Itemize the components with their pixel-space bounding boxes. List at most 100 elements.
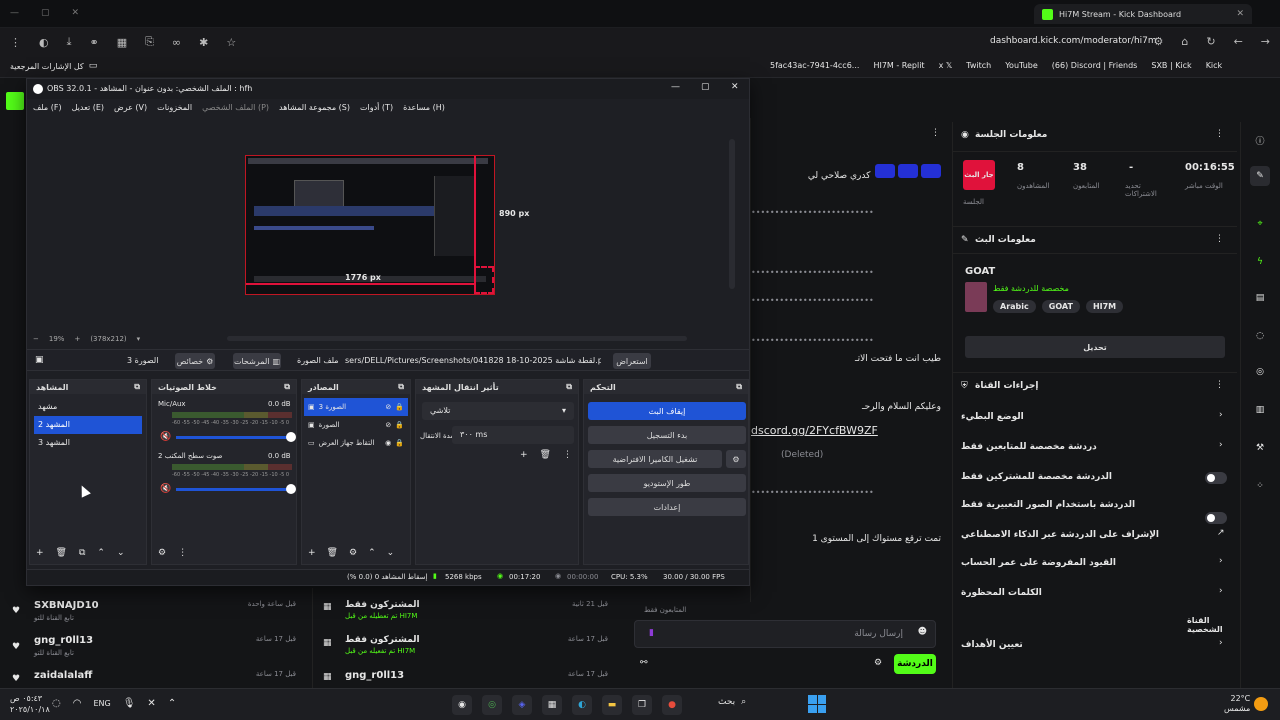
clock[interactable]: ٠٥:٤٣ ص ٢٠٢٥/١٠/١٨: [10, 693, 50, 715]
add-icon[interactable]: +: [520, 450, 528, 460]
filters-button[interactable]: المرشحات ▥: [233, 353, 281, 369]
obs-preview[interactable]: 890 px 1776 px: [27, 119, 739, 331]
bookmark-sxb-kick[interactable]: SXB | Kick: [1151, 61, 1191, 70]
home-icon[interactable]: ⌂: [1181, 35, 1188, 48]
chevron-right-icon[interactable]: ›: [1219, 638, 1223, 648]
x-bookmark-icon[interactable]: x 𝕏: [939, 61, 953, 70]
server-icon[interactable]: ▥: [1250, 400, 1270, 420]
back-icon[interactable]: →: [1261, 35, 1270, 48]
banned-words-label[interactable]: الكلمات المحظورة: [961, 588, 1042, 598]
menu-help[interactable]: مساعدة (H): [403, 103, 445, 112]
edit-stream-button[interactable]: تحديل: [965, 336, 1225, 358]
chat-tools-icon[interactable]: ⚯: [640, 658, 648, 668]
source-item-active[interactable]: ▣ الصورة 3 ⊘ 🔒: [304, 398, 408, 416]
star-icon[interactable]: ☆: [226, 36, 236, 49]
chat-header-menu-icon[interactable]: ⋮: [931, 128, 940, 138]
lock-icon[interactable]: 🔒: [395, 421, 404, 429]
menu-tools[interactable]: أدوات (T): [360, 103, 393, 112]
close-icon[interactable]: ✕: [731, 82, 739, 92]
dock-float-icon[interactable]: ⧉: [284, 382, 290, 392]
lock-icon[interactable]: 🔒: [395, 403, 404, 411]
external-link-icon[interactable]: ↗: [1217, 528, 1225, 538]
zoom-dropdown-icon[interactable]: ▾: [137, 335, 141, 343]
discord-icon[interactable]: ◈: [512, 695, 532, 715]
tab-close-icon[interactable]: ✕: [1236, 9, 1244, 19]
bookmark-youtube[interactable]: YouTube: [1005, 61, 1038, 70]
menu-scene-collection[interactable]: مجموعة المشاهد (S): [279, 103, 350, 112]
source-item[interactable]: ▣ الصورة ⊘ 🔒: [304, 416, 408, 434]
taskbar-search[interactable]: بحث ⌕: [718, 697, 746, 707]
studio-mode-button[interactable]: طور الإستوديو: [588, 474, 746, 492]
volume-knob[interactable]: [286, 432, 296, 442]
broadcast-icon[interactable]: ◎: [1250, 362, 1270, 382]
page-icon[interactable]: ▤: [1250, 288, 1270, 308]
scene-item-active[interactable]: المشهد 2: [34, 416, 142, 434]
bookmark-kick[interactable]: Kick: [1206, 61, 1223, 70]
volume-muted-icon[interactable]: ✕: [147, 698, 155, 709]
wrench-icon[interactable]: ⚒: [1250, 438, 1270, 458]
close-icon[interactable]: ✕: [72, 8, 80, 18]
mute-icon[interactable]: 🔇: [160, 432, 171, 442]
source-item[interactable]: ▭ التقاط جهاز العرض ◉ 🔒: [304, 434, 408, 452]
tag-pill[interactable]: HI7M: [1085, 300, 1124, 313]
properties-button[interactable]: خصائص ⚙: [175, 353, 215, 369]
trash-icon[interactable]: 🗑: [327, 548, 338, 558]
obs-taskbar-icon[interactable]: ◉: [452, 695, 472, 715]
chevron-right-icon[interactable]: ›: [1219, 556, 1223, 566]
active-tab[interactable]: Hi7M Stream - Kick Dashboard ✕: [1034, 4, 1252, 24]
chevron-right-icon[interactable]: ›: [1219, 440, 1223, 450]
minimize-icon[interactable]: —: [10, 8, 19, 18]
bookmark-uuid[interactable]: 5fac43ac-7941-4cc6...: [770, 61, 859, 70]
chevron-up-icon[interactable]: ⌃: [168, 698, 176, 709]
lock-icon[interactable]: 🔒: [395, 439, 404, 447]
mic-icon[interactable]: 🎙: [123, 698, 136, 709]
tag-pill[interactable]: Arabic: [993, 300, 1036, 313]
chat-link[interactable]: dscord.gg/2FYcfBW9ZF: [751, 424, 878, 437]
menu-docks[interactable]: المخزونات: [157, 103, 192, 112]
bookmark-twitch[interactable]: Twitch: [966, 61, 991, 70]
emoji-icon[interactable]: ☻: [918, 627, 927, 637]
eye-icon[interactable]: ◉: [385, 439, 391, 447]
account-age-label[interactable]: القيود المفروضة على عمر الحساب: [961, 558, 1116, 568]
channel-actions-menu-icon[interactable]: ⋮: [1215, 380, 1224, 390]
url-field[interactable]: dashboard.kick.com/moderator/hi7m: [990, 36, 1157, 46]
subscribers-only-toggle[interactable]: [1205, 472, 1227, 484]
reload-icon[interactable]: ↻: [1206, 35, 1215, 48]
stream-category[interactable]: مخصصة للدردشة فقط: [993, 284, 1069, 293]
minimize-icon[interactable]: —: [671, 82, 680, 92]
menu-dots-icon[interactable]: ⋮: [10, 36, 21, 49]
virtual-camera-button[interactable]: تشغيل الكاميرا الافتراضية: [588, 450, 722, 468]
menu-view[interactable]: عرض (V): [114, 103, 147, 112]
site-settings-icon[interactable]: ⚙: [1153, 35, 1163, 48]
pencil-icon[interactable]: ✎: [1250, 166, 1270, 186]
chrome-icon[interactable]: ◎: [482, 695, 502, 715]
puzzle-icon[interactable]: ✱: [199, 36, 208, 49]
bolt-icon[interactable]: ϟ: [1250, 252, 1270, 272]
eye-hidden-icon[interactable]: ⊘: [385, 403, 391, 411]
slow-mode-label[interactable]: الوضع البطيء: [961, 412, 1024, 422]
arrow-down-icon[interactable]: ⌄: [387, 548, 395, 558]
edge-icon[interactable]: ◐: [572, 695, 592, 715]
app-icon[interactable]: ●: [662, 695, 682, 715]
dock-float-icon[interactable]: ⧉: [134, 382, 140, 392]
store-icon[interactable]: ▦: [542, 695, 562, 715]
arrow-down-icon[interactable]: ⌄: [117, 548, 125, 558]
menu-file[interactable]: ملف (F): [33, 103, 62, 112]
add-icon[interactable]: +: [36, 548, 44, 558]
language-indicator[interactable]: ENG: [93, 699, 110, 708]
arrow-up-icon[interactable]: ⌃: [368, 548, 376, 558]
chat-input[interactable]: ▮ إرسال رسالة ☻: [634, 620, 936, 648]
zoom-in-icon[interactable]: +: [74, 335, 80, 343]
chat-icon[interactable]: ◌: [1250, 326, 1270, 346]
dock-float-icon[interactable]: ⧉: [736, 382, 742, 392]
followers-only-label[interactable]: دردشة مخصصة للمتابعين فقط: [961, 442, 1097, 452]
preview-hscroll[interactable]: [227, 336, 687, 341]
grid-icon[interactable]: ▦: [117, 36, 127, 49]
virtual-camera-settings-icon[interactable]: ⚙: [726, 450, 746, 468]
emotes-only-toggle[interactable]: [1205, 512, 1227, 524]
apps-icon[interactable]: ⁘: [1250, 476, 1270, 496]
volume-knob[interactable]: [286, 484, 296, 494]
windows-start-icon[interactable]: [808, 695, 826, 713]
bookmark-replit[interactable]: HI7M - Replit: [873, 61, 924, 70]
menu-edit[interactable]: تعديل (E): [72, 103, 104, 112]
